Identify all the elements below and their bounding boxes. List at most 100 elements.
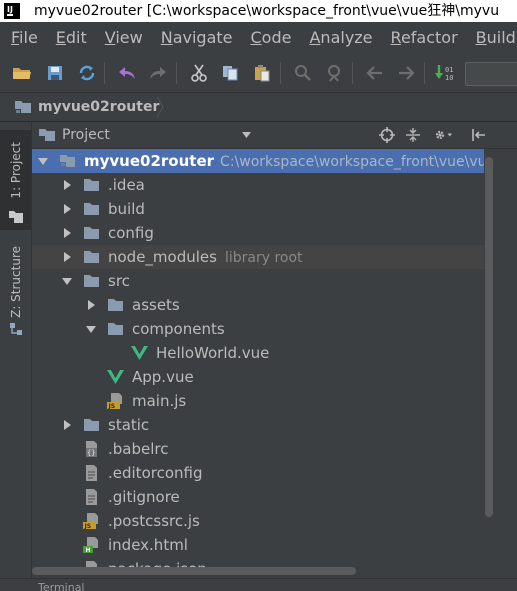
bottom-tool-strip: Terminal [0, 578, 517, 591]
tree-item-assets[interactable]: assets [32, 293, 493, 317]
tree-item-index-html[interactable]: Hindex.html [32, 533, 493, 557]
menu-view[interactable]: View [94, 22, 150, 54]
open-folder-icon[interactable] [11, 62, 33, 84]
structure-tool-tab[interactable]: Z: Structure [0, 242, 31, 352]
build-project-icon[interactable]: 01 10 [435, 62, 457, 84]
vue-file-icon [107, 370, 124, 384]
tree-item-postcssrc-js[interactable]: JS .postcssrc.js [32, 509, 493, 533]
menu-edit[interactable]: Edit [45, 22, 94, 54]
collapsed-arrow-icon[interactable] [62, 228, 72, 238]
main-toolbar: 01 10 [0, 54, 517, 93]
project-tool-tab[interactable]: 1: Project [0, 130, 31, 230]
folder-icon [108, 323, 123, 335]
breadcrumb-project[interactable]: myvue02router [14, 93, 159, 121]
html-file-icon: H [83, 537, 98, 553]
tree-item-gitignore[interactable]: .gitignore [32, 485, 493, 509]
dropdown-arrow-icon[interactable] [242, 132, 251, 138]
tree-item-label: .editorconfig [108, 464, 203, 482]
menu-refactor[interactable]: Refactor [380, 22, 465, 54]
text-file-icon [86, 489, 97, 505]
project-tool-window: Project myvue02router C:\workspace\worksp… [32, 122, 517, 590]
breadcrumb-project-label: myvue02router [38, 99, 160, 115]
tree-item-label: .idea [108, 176, 145, 194]
menu-analyze[interactable]: Analyze [298, 22, 379, 54]
toolbar-separator [104, 62, 105, 84]
folder-icon [84, 227, 99, 239]
tree-item-label: .postcssrc.js [108, 512, 200, 530]
save-all-icon[interactable] [44, 62, 66, 84]
project-tool-tab-label: 1: Project [9, 142, 23, 199]
collapsed-arrow-icon[interactable] [62, 180, 72, 190]
root-project-path: C:\workspace\workspace_front\vue\vue [220, 154, 493, 170]
tree-item-config[interactable]: config [32, 221, 493, 245]
run-configuration-select[interactable] [465, 62, 517, 86]
toolbar-separator [352, 62, 353, 84]
tree-item-node-modules[interactable]: node_modules library root [32, 245, 493, 269]
synchronize-icon[interactable] [76, 62, 98, 84]
tree-item-editorconfig[interactable]: .editorconfig [32, 461, 493, 485]
menu-bar: File Edit View Navigate Code Analyze Refactor B… [0, 22, 517, 54]
project-tool-icon [9, 211, 23, 223]
tree-item-src[interactable]: src [32, 269, 493, 293]
collapsed-arrow-icon[interactable] [86, 300, 96, 310]
collapsed-arrow-icon[interactable] [62, 204, 72, 214]
tree-item-helloworld-vue[interactable]: HelloWorld.vue [32, 341, 493, 365]
menu-navigate[interactable]: Navigate [150, 22, 240, 54]
project-folder-icon [60, 155, 75, 167]
tree-item-label: src [108, 272, 130, 290]
horizontal-scrollbar-thumb[interactable] [32, 567, 356, 575]
tree-item-app-vue[interactable]: App.vue [32, 365, 493, 389]
cut-icon[interactable] [188, 62, 210, 84]
undo-icon[interactable] [116, 62, 138, 84]
toolbar-separator [280, 62, 281, 84]
tree-item-main-js[interactable]: JS main.js [32, 389, 493, 413]
vertical-scrollbar-thumb[interactable] [485, 157, 493, 517]
tree-item-babelrc[interactable]: {} .babelrc [32, 437, 493, 461]
tree-item-build[interactable]: build [32, 197, 493, 221]
menu-build[interactable]: Build [465, 22, 517, 54]
settings-gear-icon[interactable] [434, 126, 452, 144]
tree-item-label: static [108, 416, 150, 434]
vue-file-icon [131, 346, 148, 360]
hide-panel-icon[interactable] [470, 126, 488, 144]
redo-icon[interactable] [147, 62, 169, 84]
folder-icon [84, 275, 99, 287]
paste-icon[interactable] [251, 62, 273, 84]
folder-icon [84, 419, 99, 431]
svg-text:10: 10 [445, 74, 453, 82]
tree-item-static[interactable]: static [32, 413, 493, 437]
tree-item-components[interactable]: components [32, 317, 493, 341]
menu-file[interactable]: File [0, 22, 45, 54]
menu-code[interactable]: Code [240, 22, 299, 54]
expanded-arrow-icon[interactable] [86, 324, 96, 334]
forward-icon[interactable] [395, 62, 417, 84]
folder-icon [84, 179, 99, 191]
locate-file-icon[interactable] [378, 126, 396, 144]
svg-text:IJ: IJ [7, 5, 13, 14]
expanded-arrow-icon[interactable] [62, 276, 72, 286]
back-icon[interactable] [364, 62, 386, 84]
expanded-arrow-icon[interactable] [38, 156, 48, 166]
svg-text:{}: {} [87, 449, 95, 457]
folder-icon [84, 251, 99, 263]
tree-root-row[interactable]: myvue02router C:\workspace\workspace_fron… [32, 149, 493, 173]
toolbar-separator [176, 62, 177, 84]
replace-icon[interactable] [323, 62, 345, 84]
collapsed-arrow-icon[interactable] [62, 420, 72, 430]
svg-text:01: 01 [445, 66, 453, 74]
tree-item-idea[interactable]: .idea [32, 173, 493, 197]
collapsed-arrow-icon[interactable] [62, 252, 72, 262]
collapse-all-icon[interactable] [404, 126, 422, 144]
copy-icon[interactable] [219, 62, 241, 84]
project-view-selector[interactable]: Project [38, 122, 110, 148]
svg-text:JS: JS [108, 403, 116, 409]
chevron-right-icon [156, 96, 164, 118]
window-title: myvue02router [C:\workspace\workspace_fr… [34, 3, 500, 19]
find-icon[interactable] [292, 62, 314, 84]
svg-text:JS: JS [84, 523, 92, 529]
tree-item-label: config [108, 224, 154, 242]
left-tool-stripe: 1: Project Z: Structure [0, 122, 32, 590]
folder-icon [108, 299, 123, 311]
toolbar-separator [424, 62, 425, 84]
svg-text:H: H [86, 547, 91, 553]
